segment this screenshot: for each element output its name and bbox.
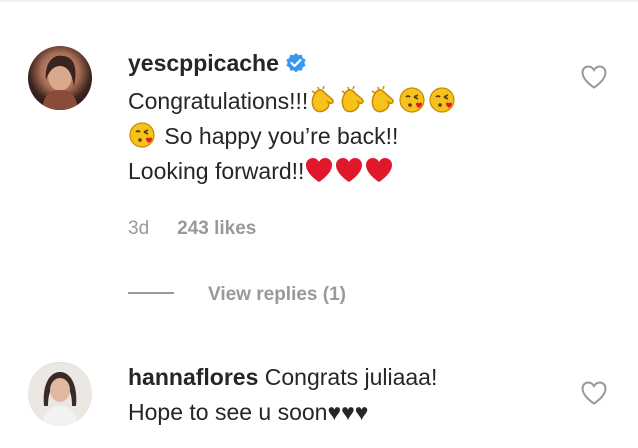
top-divider bbox=[0, 0, 638, 2]
like-comment-heart-icon[interactable] bbox=[580, 380, 608, 406]
comment-item: hannaflores Congrats juliaaa! Hope to se… bbox=[0, 360, 638, 448]
face-blowing-kiss-icon bbox=[128, 121, 158, 149]
clapping-hands-icon bbox=[368, 86, 398, 114]
red-heart-icon bbox=[334, 156, 364, 184]
comment-username[interactable]: yescppicache bbox=[128, 50, 279, 76]
clapping-hands-icon bbox=[338, 86, 368, 114]
avatar[interactable] bbox=[28, 362, 92, 426]
verified-badge-icon bbox=[285, 49, 307, 84]
comment-text: Congrats juliaaa! bbox=[264, 364, 438, 390]
comment-text: Congratulations!!! bbox=[128, 88, 309, 114]
avatar[interactable] bbox=[28, 46, 92, 110]
replies-divider bbox=[128, 292, 174, 294]
comment-text: Looking forward!! bbox=[128, 158, 305, 184]
likes-count[interactable]: 243 likes bbox=[177, 218, 256, 239]
comment-text: Hope to see u soon♥♥♥ bbox=[128, 399, 369, 425]
view-replies-button[interactable]: View replies (1) bbox=[128, 284, 346, 306]
face-blowing-kiss-icon bbox=[398, 86, 428, 114]
red-heart-icon bbox=[364, 156, 394, 184]
red-heart-icon bbox=[304, 156, 334, 184]
comment-item: yescppicache Congratulations!!! So happy… bbox=[0, 46, 638, 326]
face-blowing-kiss-icon bbox=[428, 86, 458, 114]
comment-username[interactable]: hannaflores bbox=[128, 364, 258, 390]
comment-timestamp[interactable]: 3d bbox=[128, 218, 149, 239]
clapping-hands-icon bbox=[308, 86, 338, 114]
like-comment-heart-icon[interactable] bbox=[580, 64, 608, 90]
comment-text: So happy you’re back!! bbox=[158, 123, 399, 149]
view-replies-label: View replies (1) bbox=[208, 284, 346, 305]
